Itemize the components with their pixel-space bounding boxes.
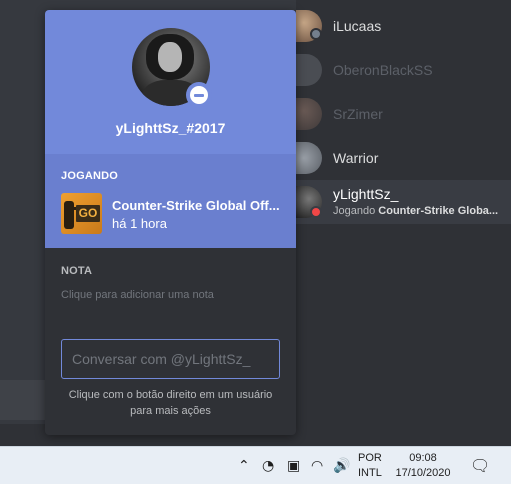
member-item-warrior[interactable]: Warrior	[296, 136, 511, 180]
profile-username[interactable]: yLighttSz_#2017	[45, 120, 296, 136]
chat-hover-strip	[0, 380, 50, 420]
member-item-ylighttsz[interactable]: yLighttSz_ Jogando Counter-Strike Globa.…	[296, 180, 511, 224]
chevron-up-icon[interactable]: ⌃	[238, 457, 250, 475]
avatar	[296, 98, 322, 130]
member-name: Warrior	[333, 150, 379, 166]
member-name: yLighttSz_	[333, 186, 399, 202]
user-profile-popout: yLighttSz_#2017 JOGANDO GO Counter-Strik…	[45, 10, 296, 435]
activity-title: JOGANDO	[61, 170, 119, 182]
avatar	[296, 142, 322, 174]
member-item-ilucaas[interactable]: iLucaas	[296, 4, 511, 48]
game-name: Counter-Strike Global Off...	[112, 198, 280, 213]
game-elapsed: há 1 hora	[112, 216, 167, 231]
note-title: NOTA	[61, 265, 93, 277]
member-activity: Jogando Counter-Strike Globa...	[333, 205, 501, 217]
member-item-srzimer[interactable]: SrZimer	[296, 92, 511, 136]
member-name: OberonBlackSS	[333, 62, 433, 78]
wifi-icon[interactable]: ◠	[311, 457, 323, 475]
speaker-icon[interactable]: 🔊	[333, 457, 350, 475]
windows-taskbar: ⌃ ◔ ▣ ◠ 🔊 POR INTL 09:08 17/10/2020 🗨	[0, 446, 511, 484]
member-item-oberonblackss[interactable]: OberonBlackSS	[296, 48, 511, 92]
member-name: SrZimer	[333, 106, 383, 122]
avatar	[296, 54, 322, 86]
system-clock[interactable]: 09:08 17/10/2020	[392, 451, 454, 481]
context-menu-tip: Clique com o botão direito em um usuário…	[68, 389, 273, 417]
offline-status-icon	[310, 28, 322, 40]
dnd-status-icon	[310, 206, 322, 218]
member-activity-game: Counter-Strike Globa...	[378, 205, 499, 217]
sync-icon[interactable]: ◔	[262, 457, 274, 475]
member-activity-prefix: Jogando	[333, 205, 376, 217]
csgo-game-icon: GO	[61, 193, 102, 234]
notification-icon[interactable]: 🗨	[470, 457, 490, 475]
input-language[interactable]: POR INTL	[358, 451, 382, 481]
note-field[interactable]: Clique para adicionar uma nota	[61, 289, 214, 301]
dnd-status-icon	[186, 82, 212, 108]
member-list: iLucaas OberonBlackSS SrZimer Warrior yL…	[296, 0, 511, 446]
member-name: iLucaas	[333, 18, 382, 34]
shield-icon[interactable]: ▣	[287, 457, 300, 475]
message-input[interactable]	[61, 339, 280, 379]
